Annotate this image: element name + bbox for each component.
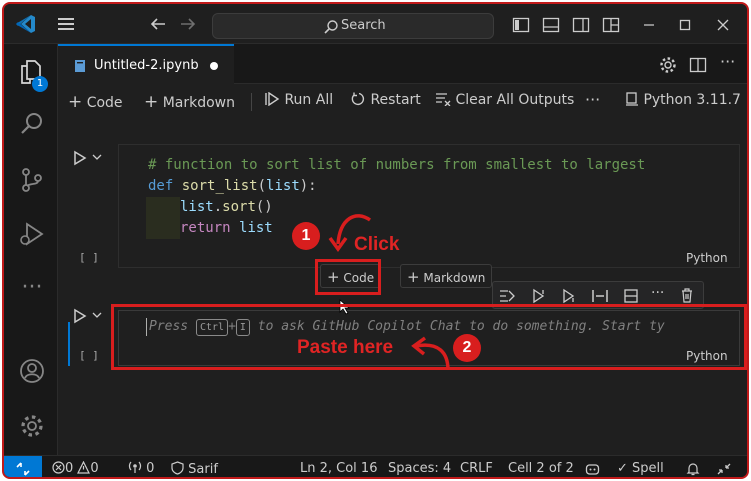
copilot-icon[interactable] [585, 462, 600, 476]
toolbar-more-icon[interactable]: ··· [585, 90, 600, 109]
clear-outputs-icon [436, 93, 451, 107]
shield-icon [171, 461, 184, 475]
step-2-label: Paste here [297, 337, 394, 358]
error-icon [52, 461, 65, 474]
status-bar: 0 0 0 Sarif Ln 2, Col 16 Spaces: 4 CRLF … [4, 455, 747, 477]
accounts-icon[interactable] [18, 357, 46, 385]
more-actions-icon[interactable]: ··· [720, 52, 735, 71]
menu-icon[interactable] [56, 14, 76, 39]
code-line-2: def sort_list(list): [148, 178, 317, 194]
settings-gear-icon[interactable] [659, 56, 677, 74]
editor-tab-strip: Untitled-2.ipynb ··· [58, 44, 747, 84]
notebook-editor: # function to sort list of numbers from … [58, 120, 747, 455]
cell-more-icon[interactable]: ··· [651, 285, 664, 301]
minimize-icon[interactable] [640, 16, 658, 34]
more-icon[interactable]: ··· [18, 274, 46, 302]
notebook-toolbar: + Code + Markdown Run All Restart Clear … [58, 84, 747, 120]
step-1-arrow-icon [328, 214, 372, 252]
execute-below-icon[interactable] [561, 288, 577, 304]
notebook-file-icon [75, 60, 85, 72]
cell-indicator[interactable]: Cell 2 of 2 [508, 461, 574, 476]
notifications-bell-icon[interactable] [686, 462, 700, 476]
step-2-badge: 2 [453, 334, 481, 362]
sarif-indicator[interactable]: Sarif [171, 461, 218, 477]
warning-icon [77, 460, 91, 474]
run-all-icon [265, 91, 280, 107]
delete-cell-icon[interactable] [679, 287, 695, 304]
remote-icon [16, 462, 30, 476]
source-control-icon[interactable] [18, 166, 46, 194]
insert-markdown-cell-button[interactable]: + Markdown [400, 264, 493, 288]
maximize-icon[interactable] [676, 16, 694, 34]
restart-button[interactable]: Restart [350, 92, 421, 108]
toggle-secondary-sidebar-icon[interactable] [572, 16, 590, 34]
add-markdown-cell-button[interactable]: + Markdown [144, 92, 235, 112]
chevron-down-icon[interactable] [92, 152, 102, 162]
tab-untitled-2[interactable]: Untitled-2.ipynb [58, 44, 234, 84]
split-editor-icon[interactable] [689, 56, 707, 74]
execute-above-icon[interactable] [531, 288, 547, 304]
indentation[interactable]: Spaces: 4 [388, 461, 451, 476]
restart-icon [351, 92, 365, 106]
toolbar-divider [251, 93, 252, 111]
forward-arrow-icon[interactable] [179, 15, 197, 38]
run-by-line-icon[interactable] [499, 288, 515, 304]
add-code-cell-button[interactable]: + Code [68, 92, 123, 112]
ports-indicator[interactable]: 0 [128, 461, 154, 476]
step-2-arrow-icon [411, 336, 450, 371]
manage-gear-icon[interactable] [18, 412, 46, 440]
execution-count-2: [ ] [79, 349, 99, 362]
plus-icon: + [407, 268, 420, 286]
back-arrow-icon[interactable] [149, 15, 167, 38]
unsaved-dot-icon[interactable] [210, 62, 218, 70]
cell-2-focus-indicator [68, 322, 70, 366]
search-icon [324, 20, 338, 34]
search-sidebar-icon[interactable] [18, 110, 46, 138]
run-cell-2-icon[interactable] [72, 308, 88, 324]
chevron-down-icon[interactable] [92, 310, 102, 320]
split-cell-icon[interactable] [591, 288, 609, 304]
code-line-3: list.sort() [146, 197, 733, 218]
run-cell-1-icon[interactable] [72, 150, 88, 166]
kernel-icon [626, 92, 638, 106]
run-and-debug-icon[interactable] [18, 220, 46, 248]
click-highlight-box [315, 259, 381, 295]
step-1-badge: 1 [292, 222, 320, 250]
title-bar: Search [4, 4, 747, 44]
toggle-panel-icon[interactable] [542, 16, 560, 34]
vscode-window: Search 1 ··· Untitled-2.ipynb ··· + Code [2, 2, 749, 479]
line-endings[interactable]: CRLF [460, 461, 493, 476]
search-placeholder: Search [341, 18, 386, 33]
vscode-logo-icon [16, 15, 35, 33]
plus-icon: + [68, 92, 83, 112]
explorer-badge: 1 [32, 76, 48, 92]
cell-layout-icon[interactable] [623, 288, 639, 304]
spell-check[interactable]: ✓ Spell [617, 461, 664, 476]
toggle-primary-sidebar-icon[interactable] [512, 16, 530, 34]
cell-1-code[interactable]: # function to sort list of numbers from … [146, 155, 733, 239]
customize-layout-icon[interactable] [602, 16, 620, 34]
check-icon: ✓ [617, 461, 628, 476]
execution-count-1: [ ] [79, 251, 99, 264]
run-all-button[interactable]: Run All [264, 91, 333, 108]
plus-icon: + [144, 92, 159, 112]
code-line-4: return list [146, 218, 733, 239]
sync-icon[interactable] [716, 462, 732, 476]
clear-all-outputs-button[interactable]: Clear All Outputs [435, 92, 574, 108]
problems-indicator[interactable]: 0 0 [52, 460, 99, 476]
kernel-picker[interactable]: Python 3.11.7 [625, 92, 741, 108]
command-center-search[interactable]: Search [212, 13, 494, 39]
broadcast-icon [128, 461, 142, 473]
activity-bar: 1 ··· [4, 44, 58, 455]
code-line-1: # function to sort list of numbers from … [148, 157, 646, 173]
cell-1-language[interactable]: Python [686, 251, 728, 265]
tab-label: Untitled-2.ipynb [94, 58, 199, 73]
cursor-position[interactable]: Ln 2, Col 16 [300, 461, 377, 476]
remote-indicator[interactable] [4, 456, 42, 477]
close-window-icon[interactable] [714, 16, 732, 34]
